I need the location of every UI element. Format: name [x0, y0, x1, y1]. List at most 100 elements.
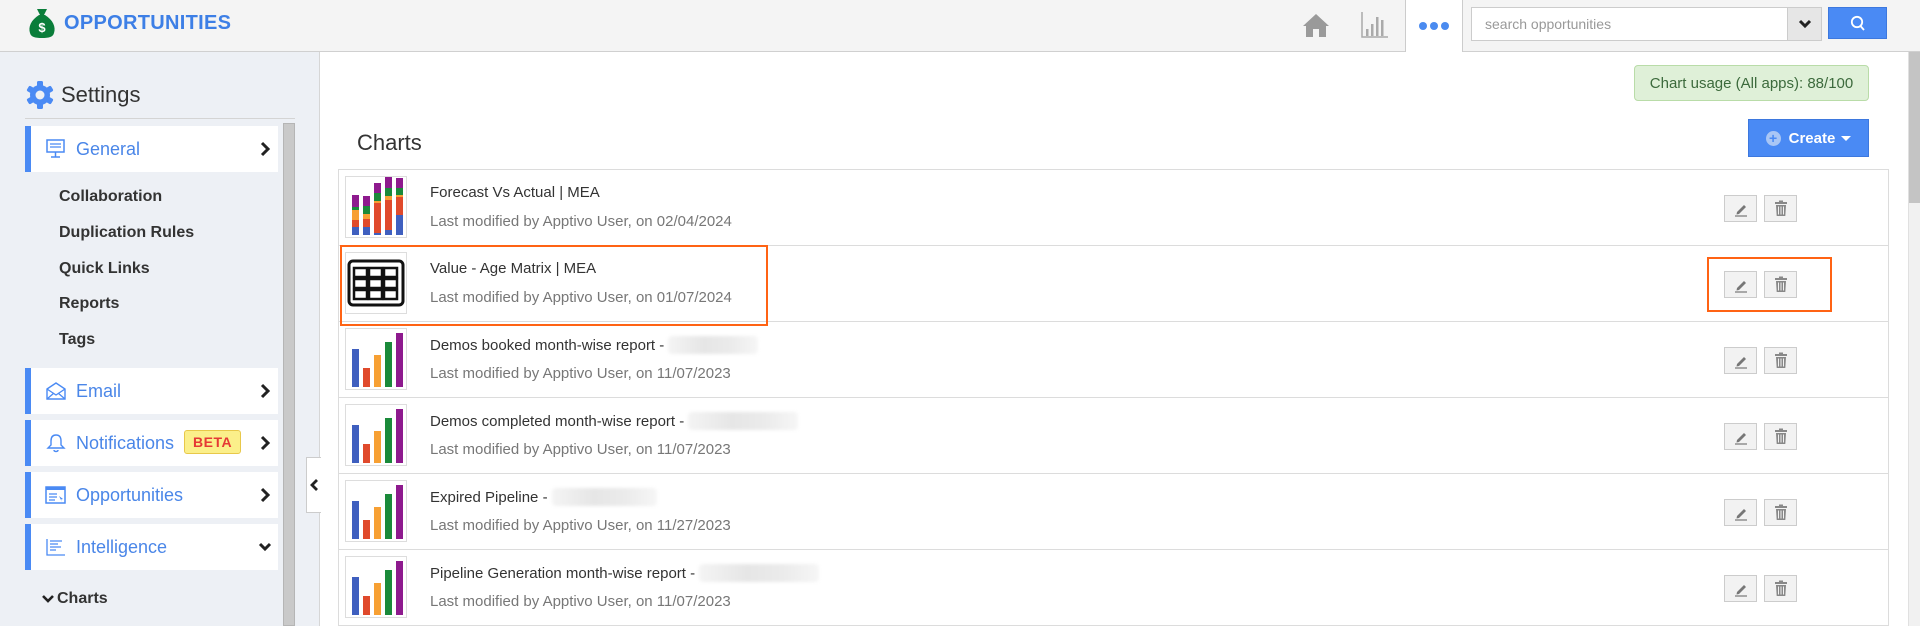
settings-sidebar: Settings General Collaboration Duplicati… — [0, 52, 321, 626]
app-window-icon — [45, 486, 66, 504]
table-grid-icon — [347, 259, 405, 307]
bar-chart-thumbnail-icon — [352, 409, 403, 463]
settings-title-label: Settings — [61, 82, 141, 107]
create-button[interactable]: + Create — [1748, 119, 1869, 157]
sidebar-subitem-tags[interactable]: Tags — [59, 331, 95, 349]
chart-thumbnail[interactable] — [345, 480, 407, 542]
chart-modified-info: Last modified by Apptivo User, on 11/07/… — [430, 365, 731, 382]
chart-title-text[interactable]: Forecast Vs Actual | MEA — [430, 184, 600, 201]
trash-icon — [1774, 504, 1787, 520]
search-box — [1471, 7, 1822, 41]
sidebar-subitem-quick-links[interactable]: Quick Links — [59, 260, 150, 278]
sidebar-subitem-charts[interactable]: Charts — [41, 590, 108, 608]
sidebar-item-general[interactable]: General — [25, 126, 278, 172]
chart-modified-info: Last modified by Apptivo User, on 02/04/… — [430, 213, 732, 230]
chart-title-text[interactable]: Demos completed month-wise report - — [430, 413, 684, 430]
chart-thumbnail[interactable] — [345, 556, 407, 618]
envelope-icon — [46, 382, 66, 400]
delete-chart-button[interactable] — [1764, 271, 1797, 298]
bar-chart-thumbnail-icon — [352, 485, 403, 539]
chart-thumbnail[interactable] — [345, 252, 407, 314]
more-nav-button[interactable] — [1405, 0, 1463, 52]
collapse-sidebar-button[interactable] — [306, 457, 321, 513]
bell-icon — [46, 434, 66, 453]
sidebar-subitem-collaboration[interactable]: Collaboration — [59, 188, 162, 206]
pencil-icon — [1734, 508, 1747, 521]
redacted-text — [551, 488, 657, 506]
chart-row[interactable]: Forecast Vs Actual | MEA Last modified by… — [339, 170, 1888, 246]
charts-label: Charts — [57, 590, 108, 607]
chart-row[interactable]: Demos completed month-wise report - Last … — [339, 398, 1888, 474]
chart-row[interactable]: Demos booked month-wise report - Last mod… — [339, 322, 1888, 398]
chart-title[interactable]: Pipeline Generation month-wise report - — [430, 564, 820, 582]
brand[interactable]: $ OPPORTUNITIES — [28, 7, 231, 39]
trash-icon — [1774, 276, 1787, 292]
delete-chart-button[interactable] — [1764, 195, 1797, 222]
sidebar-item-label: Intelligence — [76, 536, 168, 557]
sidebar-scrollbar[interactable] — [283, 123, 295, 626]
settings-title: Settings — [25, 80, 141, 110]
chart-modified-info: Last modified by Apptivo User, on 11/07/… — [430, 593, 731, 610]
sidebar-item-opportunities[interactable]: Opportunities — [25, 472, 278, 518]
bar-chart-thumbnail-icon — [352, 333, 403, 387]
page-scrollbar[interactable] — [1908, 52, 1920, 626]
delete-chart-button[interactable] — [1764, 347, 1797, 374]
chart-title[interactable]: Value - Age Matrix | MEA — [430, 260, 596, 277]
chart-modified-info: Last modified by Apptivo User, on 11/27/… — [430, 517, 731, 534]
chart-title-text[interactable]: Pipeline Generation month-wise report - — [430, 565, 695, 582]
chart-thumbnail[interactable] — [345, 328, 407, 390]
chevron-right-icon — [260, 383, 271, 399]
chevron-left-icon — [310, 479, 318, 491]
trash-icon — [1774, 580, 1787, 596]
redacted-text — [688, 412, 799, 430]
chart-title[interactable]: Expired Pipeline - — [430, 488, 657, 506]
delete-chart-button[interactable] — [1764, 575, 1797, 602]
chart-title[interactable]: Demos completed month-wise report - — [430, 412, 799, 430]
sidebar-item-intelligence[interactable]: Intelligence — [25, 524, 278, 570]
trash-icon — [1774, 200, 1787, 216]
chart-row[interactable]: Pipeline Generation month-wise report - L… — [339, 550, 1888, 626]
sidebar-item-label: Notifications — [76, 432, 175, 453]
delete-chart-button[interactable] — [1764, 423, 1797, 450]
divider — [25, 118, 295, 119]
home-nav-button[interactable] — [1301, 10, 1331, 40]
create-label: Create — [1788, 129, 1836, 147]
chart-modified-info: Last modified by Apptivo User, on 01/07/… — [430, 289, 732, 306]
chart-thumbnail[interactable] — [345, 176, 407, 238]
page-scrollbar-thumb[interactable] — [1909, 52, 1920, 203]
edit-chart-button[interactable] — [1724, 499, 1757, 526]
chart-row[interactable]: Expired Pipeline - Last modified by Appti… — [339, 474, 1888, 550]
sidebar-item-notifications[interactable]: Notifications BETA — [25, 420, 278, 466]
pencil-icon — [1734, 204, 1747, 217]
delete-chart-button[interactable] — [1764, 499, 1797, 526]
search-filter-dropdown[interactable] — [1787, 8, 1821, 40]
edit-chart-button[interactable] — [1724, 423, 1757, 450]
chart-title-text[interactable]: Expired Pipeline - — [430, 489, 548, 506]
edit-chart-button[interactable] — [1724, 347, 1757, 374]
bar-chart-icon — [1361, 12, 1388, 38]
chevron-right-icon — [260, 435, 271, 451]
redacted-text — [699, 564, 820, 582]
edit-chart-button[interactable] — [1724, 575, 1757, 602]
edit-chart-button[interactable] — [1724, 271, 1757, 298]
reports-nav-button[interactable] — [1360, 10, 1390, 40]
search-button[interactable] — [1828, 7, 1887, 39]
chart-title-text[interactable]: Demos booked month-wise report - — [430, 337, 664, 354]
chart-title[interactable]: Demos booked month-wise report - — [430, 336, 759, 354]
chart-thumbnail[interactable] — [345, 404, 407, 466]
edit-chart-button[interactable] — [1724, 195, 1757, 222]
search-icon — [1850, 15, 1865, 31]
chevron-down-icon — [1798, 19, 1811, 29]
trash-icon — [1774, 352, 1787, 368]
search-input[interactable] — [1472, 8, 1787, 40]
chart-row[interactable]: Value - Age Matrix | MEA Last modified by… — [339, 246, 1888, 322]
chart-title-text[interactable]: Value - Age Matrix | MEA — [430, 260, 596, 277]
app-header: $ OPPORTUNITIES — [0, 0, 1920, 52]
pencil-icon — [1734, 584, 1747, 597]
sidebar-subitem-reports[interactable]: Reports — [59, 295, 119, 313]
sidebar-subitem-duplication-rules[interactable]: Duplication Rules — [59, 224, 194, 242]
chart-title[interactable]: Forecast Vs Actual | MEA — [430, 184, 600, 201]
sidebar-item-email[interactable]: Email — [25, 368, 278, 414]
sidebar-item-label: Opportunities — [76, 484, 184, 505]
pencil-icon — [1734, 280, 1747, 293]
